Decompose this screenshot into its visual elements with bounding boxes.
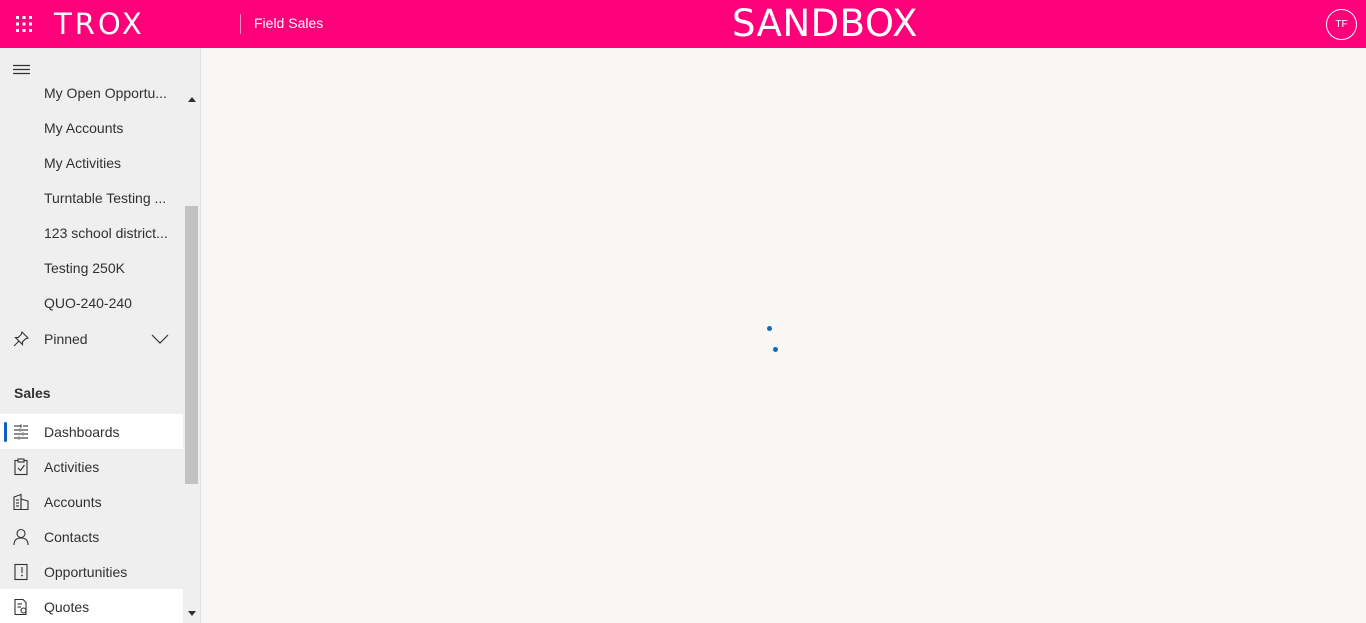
sidebar-item-label: Activities <box>44 458 100 475</box>
recent-item-label: QUO-240-240 <box>44 294 132 311</box>
sidebar-item-dashboards[interactable]: Dashboards <box>0 414 183 449</box>
sidebar-item-opportunities[interactable]: Opportunities <box>0 554 183 589</box>
pin-icon <box>12 330 30 348</box>
sidebar-item-label: Contacts <box>44 528 100 545</box>
accounts-icon <box>12 493 30 511</box>
recent-item-label: Testing 250K <box>44 259 125 276</box>
sales-section-title: Sales <box>14 385 51 401</box>
recent-item-label: My Accounts <box>44 119 124 136</box>
scrollbar-thumb[interactable] <box>185 206 198 484</box>
activities-icon <box>12 458 30 476</box>
company-logo[interactable]: TROX <box>54 6 145 42</box>
sidebar-item-label: Opportunities <box>44 563 128 580</box>
recent-item-label: My Activities <box>44 154 122 171</box>
user-avatar[interactable]: TF <box>1326 9 1357 40</box>
recent-item-quo-240-240[interactable]: QUO-240-240 <box>0 285 183 320</box>
sidebar-item-label: Quotes <box>44 598 90 615</box>
recent-item-testing-250k[interactable]: Testing 250K <box>0 250 183 285</box>
recent-item-turntable-testing[interactable]: Turntable Testing ... <box>0 180 183 215</box>
top-navigation-bar: TROX Field Sales SANDBOX TF <box>0 0 1366 48</box>
recent-item-123-school-district[interactable]: 123 school district... <box>0 215 183 250</box>
main-content-area <box>201 48 1366 623</box>
scroll-down-arrow-icon[interactable] <box>183 606 200 620</box>
sidebar-item-label: Accounts <box>44 493 102 510</box>
scroll-up-arrow-icon[interactable] <box>183 92 200 106</box>
sidebar-item-contacts[interactable]: Contacts <box>0 519 183 554</box>
contact-icon <box>12 528 30 546</box>
spinner-dot <box>767 326 772 331</box>
sidebar-scrollbar[interactable] <box>183 88 200 623</box>
sidebar-item-activities[interactable]: Activities <box>0 449 183 484</box>
recent-item-label: Turntable Testing ... <box>44 189 167 206</box>
app-launcher-icon[interactable] <box>12 12 36 36</box>
recent-item-my-activities[interactable]: My Activities <box>0 145 183 180</box>
app-name-link[interactable]: Field Sales <box>254 15 323 31</box>
pinned-label: Pinned <box>44 330 88 347</box>
opportunities-icon <box>12 563 30 581</box>
sidebar-item-label: Dashboards <box>44 423 120 440</box>
dashboard-icon <box>12 423 30 441</box>
recent-item-my-accounts[interactable]: My Accounts <box>0 110 183 145</box>
chevron-down-icon[interactable] <box>151 332 169 344</box>
sitemap-sidebar: My Open Opportu... My Accounts My Activi… <box>0 48 201 623</box>
pinned-group-toggle[interactable]: Pinned <box>0 321 183 356</box>
recent-item-label: 123 school district... <box>44 224 168 241</box>
header-divider <box>240 14 241 34</box>
spinner-dot <box>773 347 778 352</box>
sidebar-item-accounts[interactable]: Accounts <box>0 484 183 519</box>
recent-item-label: My Open Opportu... <box>44 84 167 101</box>
sidebar-item-quotes[interactable]: Quotes <box>0 589 183 623</box>
recent-item-my-open-opportunities[interactable]: My Open Opportu... <box>0 75 183 110</box>
environment-banner: SANDBOX <box>732 2 918 45</box>
quotes-icon <box>12 598 30 616</box>
